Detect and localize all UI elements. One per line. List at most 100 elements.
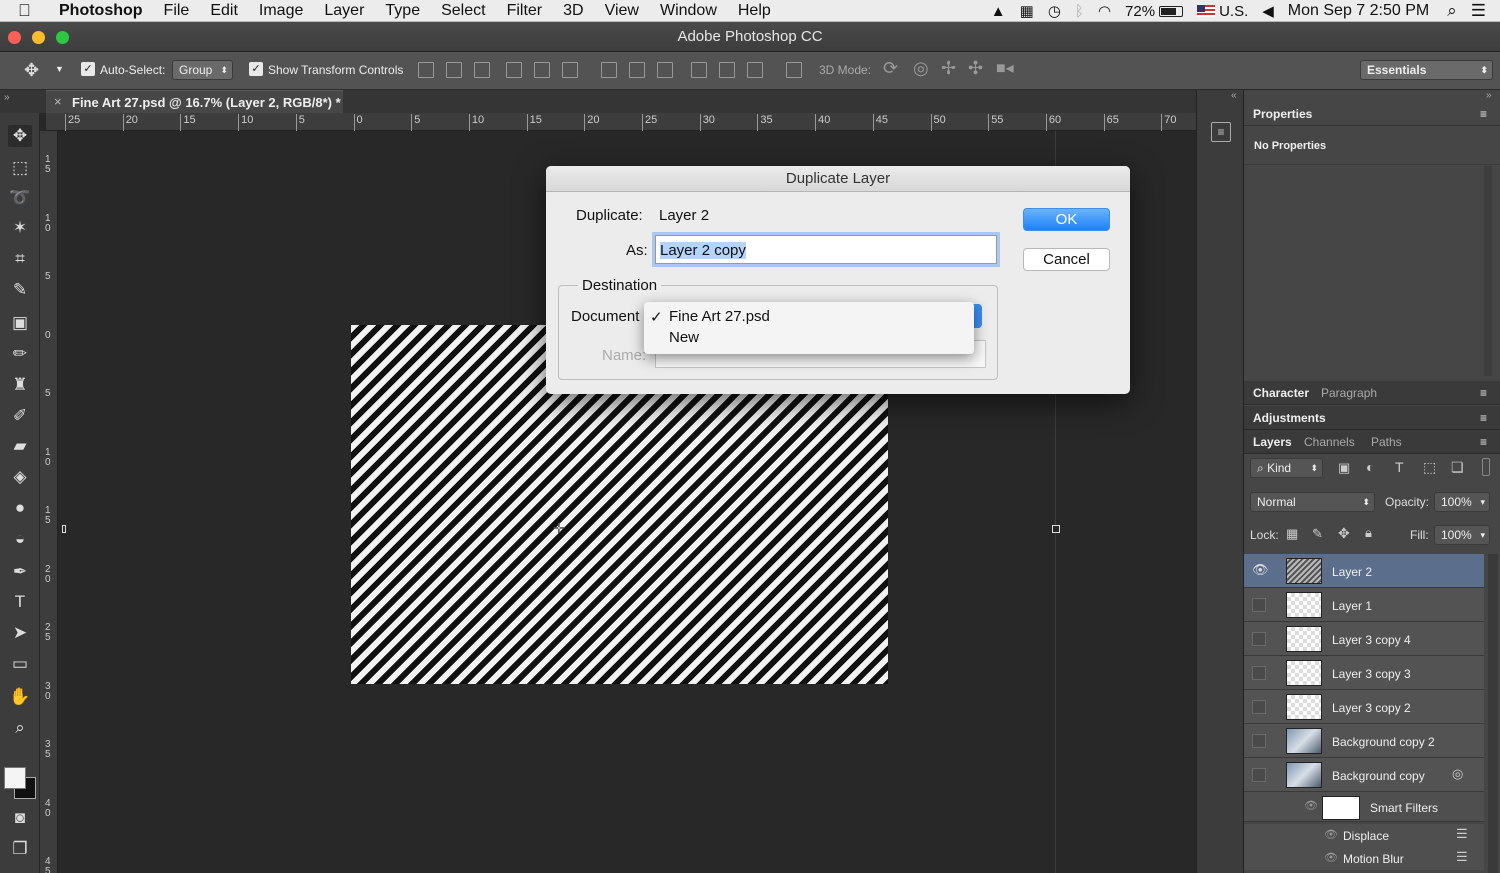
stamp-tool-icon[interactable]: ♜	[8, 374, 32, 396]
layer-name[interactable]: Layer 1	[1332, 599, 1372, 613]
volume-icon[interactable]: ◀	[1262, 2, 1274, 20]
transform-center-icon[interactable]: ✛	[553, 520, 565, 537]
visibility-toggle[interactable]	[1252, 598, 1266, 612]
menu-help[interactable]: Help	[738, 1, 771, 21]
menu-app[interactable]: Photoshop	[59, 1, 143, 21]
lock-transparent-icon[interactable]: ▦	[1286, 526, 1298, 542]
apple-icon[interactable]: 	[18, 1, 31, 21]
collapse-panel-icon[interactable]: »	[1486, 90, 1492, 101]
menu-image[interactable]: Image	[259, 1, 303, 21]
menu-3d[interactable]: 3D	[563, 1, 583, 21]
workspace-dropdown[interactable]: Essentials ⬍	[1360, 60, 1493, 80]
tool-preset-chevron-icon[interactable]: ▼	[55, 64, 64, 74]
eyedropper-tool-icon[interactable]: ✎	[8, 279, 32, 301]
google-drive-icon[interactable]: ▲	[991, 3, 1006, 20]
lasso-tool-icon[interactable]: ➰	[8, 187, 32, 209]
tab-paragraph[interactable]: Paragraph	[1321, 386, 1377, 400]
battery-percent[interactable]: 72%	[1125, 3, 1155, 20]
layer-row[interactable]: Layer 1	[1244, 588, 1484, 622]
background-color-swatch[interactable]	[4, 767, 26, 789]
align-left-icon[interactable]	[506, 62, 522, 78]
roll-3d-icon[interactable]: ◎	[913, 58, 929, 79]
layer-name[interactable]: Background copy 2	[1332, 735, 1435, 749]
smart-filter-name[interactable]: Displace	[1343, 829, 1389, 843]
blur-tool-icon[interactable]: ●	[8, 497, 32, 519]
visibility-toggle[interactable]	[1252, 666, 1266, 680]
eye-icon[interactable]: 👁︎	[1324, 828, 1338, 841]
horizontal-ruler[interactable]: 25 20 15 10 5 0 5 10 15 20 25 30 35 40 45 50 55 60 65 70	[46, 113, 1196, 131]
input-source[interactable]: U.S.	[1219, 3, 1248, 20]
move-tool-icon[interactable]: ✥	[24, 60, 39, 81]
layer-row[interactable]: Layer 3 copy 3	[1244, 656, 1484, 690]
menu-file[interactable]: File	[164, 1, 190, 21]
opacity-field[interactable]: 100% ▾	[1434, 492, 1490, 512]
align-hcenter-icon[interactable]	[534, 62, 550, 78]
auto-select-dropdown[interactable]: Group ⬍	[172, 60, 233, 80]
menu-filter[interactable]: Filter	[507, 1, 543, 21]
panel-menu-icon[interactable]: ≡	[1480, 411, 1487, 425]
tab-layers[interactable]: Layers	[1253, 435, 1292, 449]
filter-type-icon[interactable]: T	[1395, 459, 1404, 475]
smart-filter-row[interactable]: 👁︎ Motion Blur ☰	[1244, 846, 1484, 870]
menu-select[interactable]: Select	[441, 1, 485, 21]
lock-all-icon[interactable]: 🔒︎	[1365, 525, 1372, 541]
spotlight-icon[interactable]: ⌕	[1447, 1, 1457, 21]
align-vcenter-icon[interactable]	[446, 62, 462, 78]
path-selection-tool-icon[interactable]: ➤	[8, 622, 32, 644]
menu-window[interactable]: Window	[660, 1, 717, 21]
expand-panels-icon[interactable]: »	[4, 92, 10, 103]
tab-adjustments[interactable]: Adjustments	[1253, 411, 1326, 425]
panel-menu-icon[interactable]: ≡	[1480, 435, 1487, 449]
ok-button[interactable]: OK	[1023, 208, 1110, 231]
smart-filters-badge-icon[interactable]: ◎	[1452, 766, 1463, 782]
visibility-toggle[interactable]	[1252, 632, 1266, 646]
orbit-3d-icon[interactable]: ⟳	[883, 58, 898, 79]
time-machine-icon[interactable]: ◷	[1048, 2, 1061, 20]
auto-align-icon[interactable]	[786, 62, 802, 78]
layer-name[interactable]: Layer 3 copy 2	[1332, 701, 1411, 715]
menu-type[interactable]: Type	[385, 1, 420, 21]
quick-mask-icon[interactable]: ◙	[8, 807, 32, 829]
healing-tool-icon[interactable]: ▣	[8, 312, 32, 334]
properties-scrollbar[interactable]	[1484, 166, 1492, 376]
blending-options-icon[interactable]: ☰	[1456, 849, 1468, 865]
distribute-left-icon[interactable]	[691, 62, 707, 78]
vertical-ruler[interactable]: 15 10 5 0 5 10 15 20 25 30 35 40 45	[40, 131, 58, 873]
transform-handle-left[interactable]	[62, 525, 66, 533]
menu-edit[interactable]: Edit	[210, 1, 238, 21]
filter-shape-icon[interactable]: ⬚	[1423, 459, 1436, 476]
layer-name[interactable]: Layer 3 copy 3	[1332, 667, 1411, 681]
kind-filter-dropdown[interactable]: ⌕ Kind ⬍	[1250, 458, 1323, 478]
lock-position-icon[interactable]: ✥	[1338, 525, 1350, 542]
lock-pixels-icon[interactable]: ✎	[1312, 526, 1323, 542]
document-tab[interactable]: × Fine Art 27.psd @ 16.7% (Layer 2, RGB/…	[46, 90, 343, 113]
filter-smart-object-icon[interactable]: ❏	[1451, 459, 1464, 476]
smart-filter-row[interactable]: 👁︎ Displace ☰	[1244, 824, 1484, 846]
as-input[interactable]: Layer 2 copy	[655, 235, 997, 264]
paint-bucket-tool-icon[interactable]: ◈	[8, 466, 32, 488]
auto-select-checkbox[interactable]: ✓	[81, 62, 95, 76]
align-right-icon[interactable]	[562, 62, 578, 78]
layer-row[interactable]: Background copy 2	[1244, 724, 1484, 758]
tab-paths[interactable]: Paths	[1371, 435, 1402, 449]
screen-mode-icon[interactable]: ❐	[8, 838, 32, 860]
marquee-tool-icon[interactable]: ⬚	[8, 157, 32, 179]
filter-pixel-icon[interactable]: ▣	[1338, 460, 1350, 476]
distribute-hcenter-icon[interactable]	[719, 62, 735, 78]
collapse-dock-icon[interactable]: «	[1231, 90, 1237, 101]
close-tab-icon[interactable]: ×	[54, 94, 62, 109]
fill-field[interactable]: 100% ▾	[1434, 525, 1490, 545]
cancel-button[interactable]: Cancel	[1023, 248, 1110, 271]
brush-tool-icon[interactable]: ✏	[8, 343, 32, 365]
eye-icon[interactable]: 👁︎	[1252, 563, 1269, 578]
filter-adjustment-icon[interactable]: ◐	[1366, 459, 1374, 475]
eye-icon[interactable]: 👁︎	[1304, 799, 1318, 812]
layer-name[interactable]: Layer 2	[1332, 565, 1372, 579]
transform-handle-right[interactable]	[1052, 525, 1060, 533]
layer-name[interactable]: Background copy	[1332, 769, 1425, 783]
align-bottom-icon[interactable]	[474, 62, 490, 78]
smart-filter-name[interactable]: Motion Blur	[1343, 852, 1404, 866]
move-tool-icon[interactable]: ✥	[8, 125, 32, 147]
tab-properties[interactable]: Properties	[1253, 107, 1312, 121]
magic-wand-tool-icon[interactable]: ✶	[8, 217, 32, 239]
